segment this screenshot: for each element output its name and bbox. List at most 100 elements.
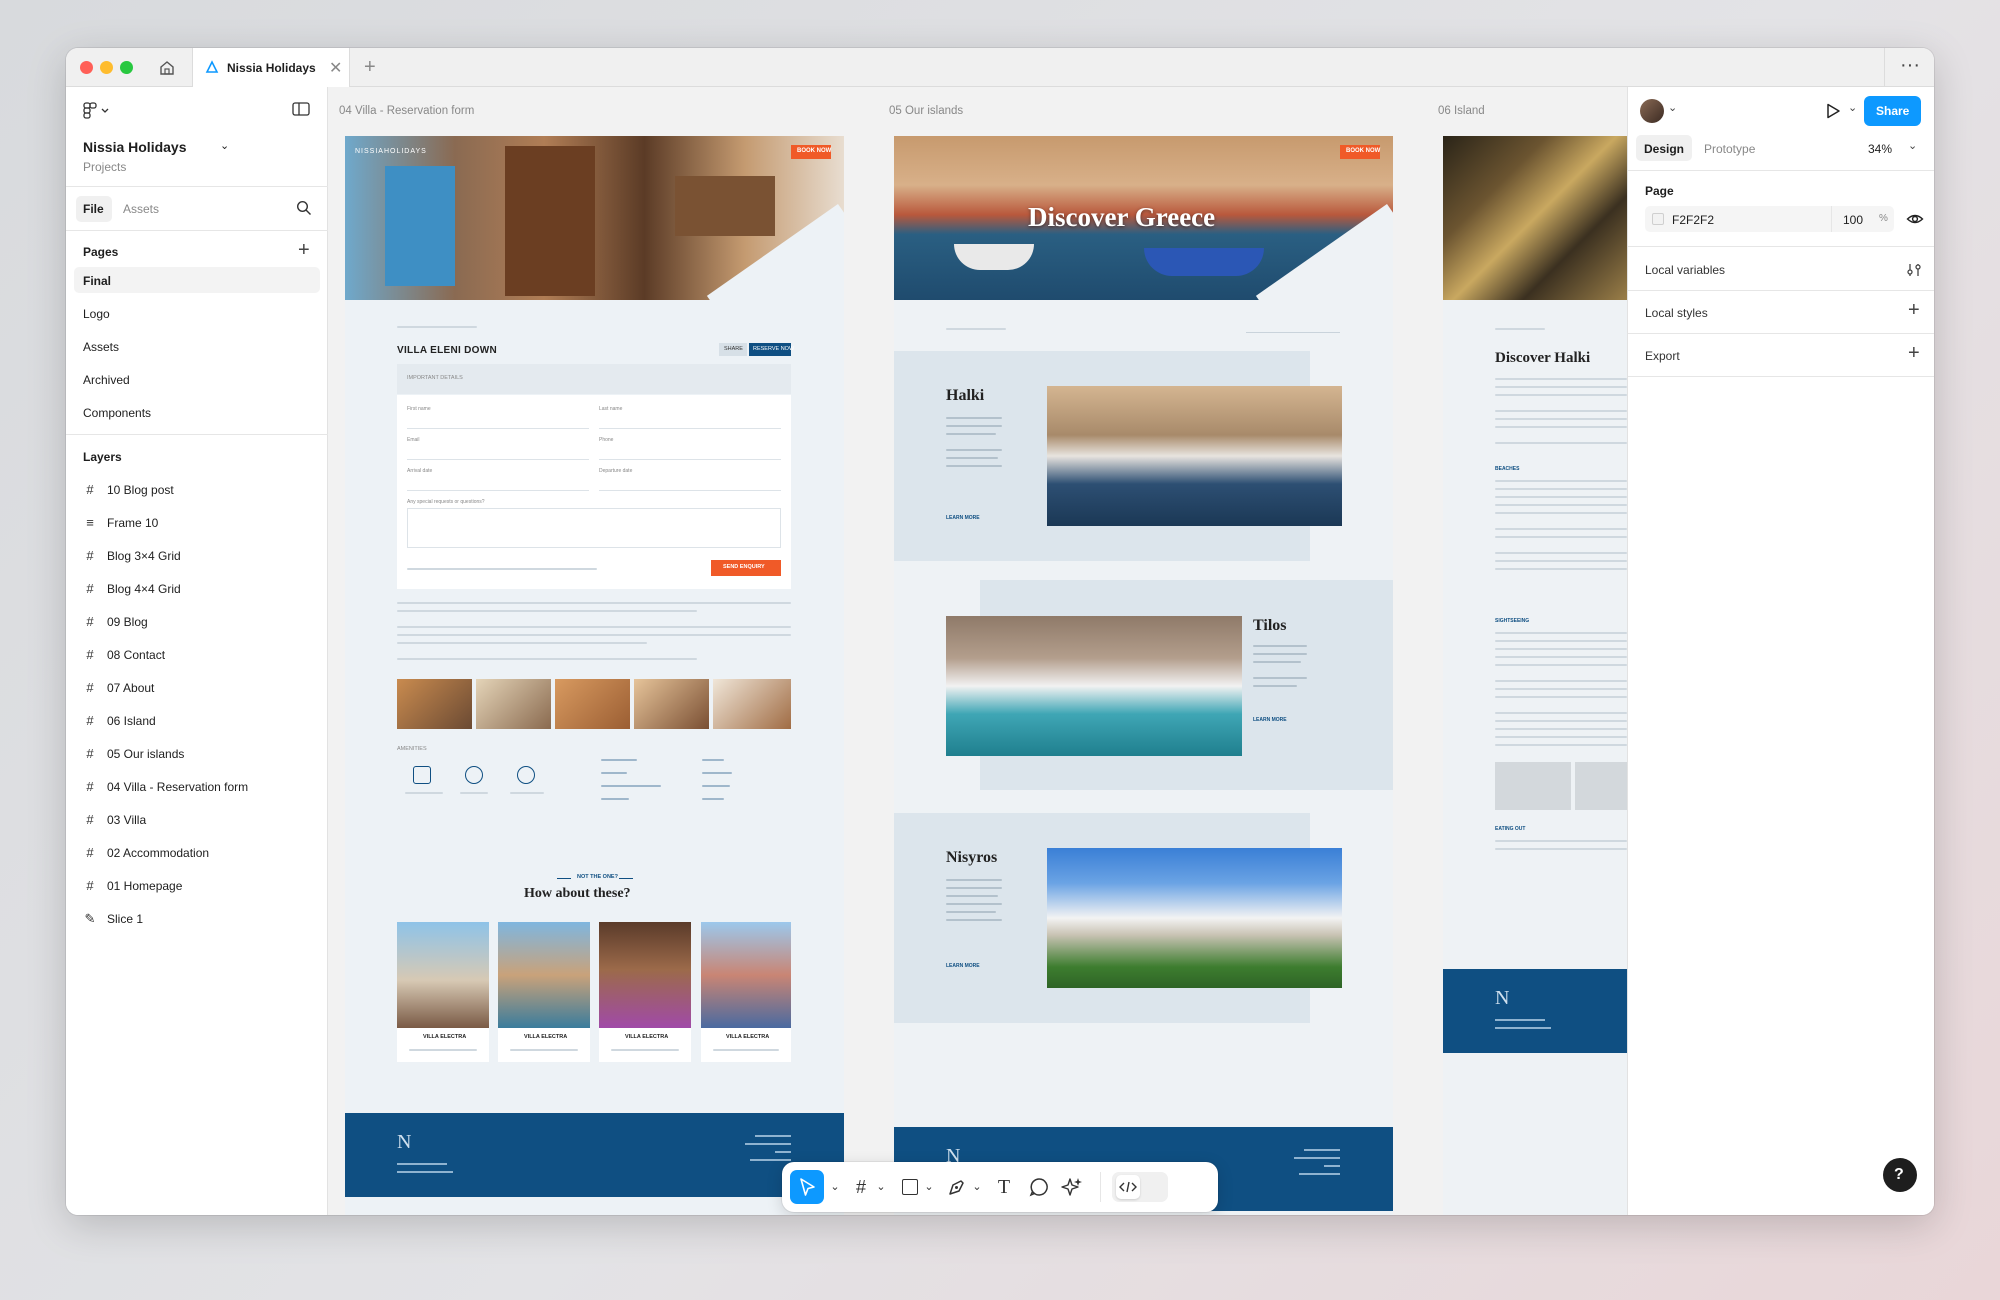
close-tab-icon[interactable]: ✕ xyxy=(329,58,342,78)
footer-link[interactable] xyxy=(750,1159,791,1161)
tab-file[interactable]: File xyxy=(76,196,112,222)
layer-item[interactable]: #04 Villa - Reservation form xyxy=(66,771,328,804)
villa-card[interactable]: VILLA ELECTRA xyxy=(498,922,590,1062)
footer-link[interactable] xyxy=(1299,1173,1340,1175)
layer-item[interactable]: ≡ Frame 10 xyxy=(66,507,328,540)
book-now-button[interactable]: BOOK NOW xyxy=(791,145,831,159)
chevron-down-icon[interactable]: ⌄ xyxy=(916,1174,942,1200)
gallery-photo[interactable] xyxy=(634,679,709,729)
layer-item[interactable]: #10 Blog post xyxy=(66,474,328,507)
layer-item[interactable]: #07 About xyxy=(66,672,328,705)
layer-item[interactable]: #03 Villa xyxy=(66,804,328,837)
requests-textarea[interactable] xyxy=(407,508,781,548)
local-variables-label[interactable]: Local variables xyxy=(1645,263,1725,277)
page-item-components[interactable]: Components xyxy=(83,406,151,420)
play-icon[interactable] xyxy=(1824,102,1842,120)
gallery-photo[interactable] xyxy=(713,679,791,729)
avatar[interactable] xyxy=(1640,99,1664,123)
text-tool-button[interactable]: T xyxy=(991,1174,1017,1200)
chevron-down-icon[interactable]: ⌄ xyxy=(822,1174,848,1200)
file-name[interactable]: Nissia Holidays xyxy=(83,139,187,155)
villa-card[interactable]: VILLA ELECTRA xyxy=(599,922,691,1062)
email-input[interactable] xyxy=(407,446,589,460)
phone-input[interactable] xyxy=(599,446,781,460)
learn-more-link[interactable]: LEARN MORE xyxy=(946,515,980,521)
search-icon[interactable] xyxy=(296,200,312,216)
layer-item[interactable]: ✎ Slice 1 xyxy=(66,903,328,936)
comment-tool-button[interactable] xyxy=(1026,1174,1052,1200)
first-name-input[interactable] xyxy=(407,415,589,429)
sidebar-toggle-icon[interactable] xyxy=(292,101,310,117)
new-tab-button[interactable]: + xyxy=(364,56,376,79)
move-tool-button[interactable] xyxy=(790,1170,824,1204)
page-item-final[interactable]: Final xyxy=(74,267,320,293)
departure-date-input[interactable] xyxy=(599,477,781,491)
sliders-icon[interactable] xyxy=(1906,262,1922,278)
footer-link[interactable] xyxy=(755,1135,791,1137)
reserve-now-button[interactable]: RESERVE NOW xyxy=(749,343,794,356)
add-export-button[interactable]: + xyxy=(1908,342,1920,365)
home-icon[interactable] xyxy=(158,59,176,77)
footer-link[interactable] xyxy=(1324,1165,1340,1167)
learn-more-link[interactable]: LEARN MORE xyxy=(946,963,980,969)
layer-item[interactable]: #09 Blog xyxy=(66,606,328,639)
layer-item[interactable]: # Blog 3×4 Grid xyxy=(66,540,328,573)
gallery-photo[interactable] xyxy=(476,679,551,729)
more-menu-button[interactable]: ··· xyxy=(1900,54,1920,77)
gallery-photo[interactable] xyxy=(397,679,472,729)
canvas[interactable]: 04 Villa - Reservation form NISSIAHOLIDA… xyxy=(328,87,1627,1215)
close-window-button[interactable] xyxy=(80,61,93,74)
export-label[interactable]: Export xyxy=(1645,349,1680,363)
chevron-down-icon[interactable]: ⌄ xyxy=(964,1174,990,1200)
chevron-down-icon[interactable]: ⌄ xyxy=(1668,101,1677,114)
maximize-window-button[interactable] xyxy=(120,61,133,74)
page-item-archived[interactable]: Archived xyxy=(83,373,130,387)
tab-prototype[interactable]: Prototype xyxy=(1704,142,1755,156)
villa-card[interactable]: VILLA ELECTRA xyxy=(701,922,791,1062)
page-opacity-value[interactable]: 100 xyxy=(1843,213,1863,227)
frame-title-04[interactable]: 04 Villa - Reservation form xyxy=(339,105,474,117)
chevron-down-icon[interactable]: ⌄ xyxy=(220,139,229,152)
share-button[interactable]: SHARE xyxy=(719,343,747,356)
send-enquiry-button[interactable]: SEND ENQUIRY xyxy=(711,560,781,576)
eye-icon[interactable] xyxy=(1906,211,1924,227)
page-item-assets[interactable]: Assets xyxy=(83,340,119,354)
footer-link[interactable] xyxy=(1294,1157,1340,1159)
color-swatch[interactable] xyxy=(1652,213,1664,225)
layer-item[interactable]: #05 Our islands xyxy=(66,738,328,771)
gallery-photo[interactable] xyxy=(555,679,630,729)
layer-item[interactable]: #08 Contact xyxy=(66,639,328,672)
last-name-input[interactable] xyxy=(599,415,781,429)
arrival-date-input[interactable] xyxy=(407,477,589,491)
share-button[interactable]: Share xyxy=(1864,96,1921,126)
layer-item[interactable]: #01 Homepage xyxy=(66,870,328,903)
main-menu-button[interactable] xyxy=(82,101,112,119)
add-style-button[interactable]: + xyxy=(1908,299,1920,322)
tab-design[interactable]: Design xyxy=(1636,135,1692,161)
frame-05-our-islands[interactable]: Discover Greece BOOK NOW Halki LEARN MOR… xyxy=(894,136,1393,1215)
add-page-button[interactable]: + xyxy=(298,239,310,262)
tab-assets[interactable]: Assets xyxy=(123,202,159,216)
layer-item[interactable]: #02 Accommodation xyxy=(66,837,328,870)
page-color-value[interactable]: F2F2F2 xyxy=(1672,213,1714,227)
local-styles-label[interactable]: Local styles xyxy=(1645,306,1708,320)
book-now-button[interactable]: BOOK NOW xyxy=(1340,145,1380,159)
file-location[interactable]: Projects xyxy=(83,160,126,174)
footer-link[interactable] xyxy=(775,1151,791,1153)
chevron-down-icon[interactable]: ⌄ xyxy=(1908,139,1917,152)
frame-title-06[interactable]: 06 Island xyxy=(1438,105,1485,117)
frame-title-05[interactable]: 05 Our islands xyxy=(889,105,963,117)
help-button[interactable]: ? xyxy=(1883,1158,1917,1192)
footer-link[interactable] xyxy=(1304,1149,1340,1151)
zoom-level[interactable]: 34% xyxy=(1868,142,1892,156)
villa-card[interactable]: VILLA ELECTRA xyxy=(397,922,489,1062)
learn-more-link[interactable]: LEARN MORE xyxy=(1253,717,1287,723)
search-input[interactable] xyxy=(1246,321,1340,333)
island-card-nisyros[interactable]: Nisyros LEARN MORE xyxy=(894,813,1342,1023)
tab-nissia-holidays[interactable]: Nissia Holidays ✕ xyxy=(192,48,350,87)
frame-06-island[interactable]: Discover Halki BEACHES SIGHTSEEING EATIN… xyxy=(1443,136,1627,1215)
page-item-logo[interactable]: Logo xyxy=(83,307,110,321)
page-color-field[interactable]: F2F2F2 100 % xyxy=(1645,206,1894,232)
island-card-tilos[interactable]: Tilos LEARN MORE xyxy=(946,580,1393,790)
chevron-down-icon[interactable]: ⌄ xyxy=(868,1174,894,1200)
